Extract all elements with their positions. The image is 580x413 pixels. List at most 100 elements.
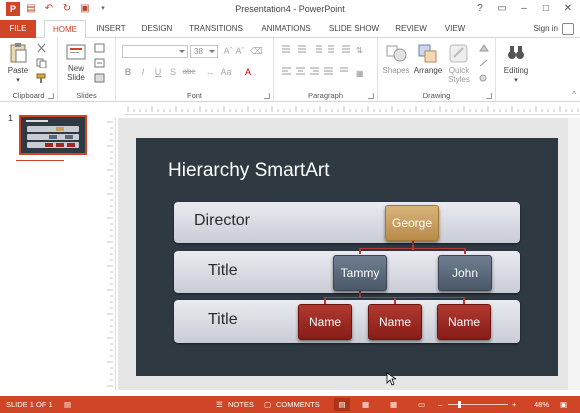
new-slide-icon — [66, 44, 86, 60]
drawing-launcher[interactable] — [486, 93, 492, 99]
zoom-slider[interactable] — [448, 404, 508, 405]
notes-button[interactable]: NOTES — [228, 400, 254, 409]
tab-design[interactable]: DESIGN — [138, 20, 176, 38]
quick-styles-button[interactable]: Quick Styles — [444, 42, 474, 84]
font-name-combo[interactable] — [122, 45, 188, 58]
tab-view[interactable]: VIEW — [440, 20, 470, 38]
editing-group: Editing ▾ — [496, 38, 536, 102]
italic-button[interactable]: I — [137, 67, 149, 77]
node-name-3[interactable]: Name — [437, 304, 491, 340]
connector-line — [359, 290, 361, 297]
connector-line — [464, 248, 466, 254]
drawing-group: Shapes Arrange Quick Styles Drawing — [378, 38, 496, 102]
tab-review[interactable]: REVIEW — [392, 20, 430, 38]
collapse-ribbon-icon[interactable]: ^ — [572, 90, 576, 99]
level-2-label[interactable]: Title — [208, 262, 238, 280]
ribbon: Paste ▾ Clipboard New Slide Slides 38 Aˆ A… — [0, 38, 580, 102]
paragraph-group-label: Paragraph — [307, 91, 344, 100]
tab-home[interactable]: HOME — [44, 20, 86, 39]
svg-text:▦: ▦ — [356, 69, 364, 78]
section-icon[interactable] — [94, 73, 105, 83]
sign-in-link[interactable]: Sign in — [534, 20, 558, 38]
clear-formatting-icon[interactable]: ⌫ — [250, 46, 263, 57]
zoom-out-button[interactable]: – — [438, 400, 442, 409]
new-slide-button[interactable]: New Slide — [62, 42, 90, 82]
help-icon[interactable]: ? — [472, 2, 488, 16]
reset-icon[interactable] — [94, 58, 105, 68]
clipboard-launcher[interactable] — [48, 93, 54, 99]
zoom-in-button[interactable]: + — [512, 400, 516, 409]
arrange-button[interactable]: Arrange — [412, 42, 444, 75]
slide-canvas[interactable]: Hierarchy SmartArt Director Title Title … — [136, 138, 558, 376]
drawing-group-label: Drawing — [422, 91, 451, 100]
slide-thumbnail[interactable] — [19, 115, 87, 155]
tab-insert[interactable]: INSERT — [92, 20, 130, 38]
comments-icon[interactable]: ▢ — [264, 400, 271, 409]
notes-icon[interactable]: ☰ — [216, 400, 223, 409]
maximize-button[interactable]: □ — [538, 2, 554, 16]
tab-file[interactable]: FILE — [0, 20, 36, 38]
shapes-button[interactable]: Shapes — [380, 42, 412, 75]
text-shadow-button[interactable]: S — [167, 67, 179, 77]
node-tammy[interactable]: Tammy — [333, 255, 387, 291]
node-john[interactable]: John — [438, 255, 492, 291]
tab-transitions[interactable]: TRANSITIONS — [185, 20, 247, 38]
zoom-slider-thumb[interactable] — [458, 401, 461, 408]
close-button[interactable]: ✕ — [560, 2, 576, 16]
change-case-icon[interactable]: Aa — [220, 67, 232, 77]
hierarchy-level-1-band[interactable]: Director — [174, 202, 520, 243]
spellcheck-icon[interactable]: ▤ — [64, 400, 71, 409]
char-spacing-icon[interactable]: ↔ — [204, 67, 216, 77]
shape-fill-icon[interactable] — [478, 43, 489, 53]
fit-slide-icon[interactable]: ▣ — [560, 400, 567, 409]
cut-icon[interactable] — [36, 43, 47, 53]
node-name-2[interactable]: Name — [368, 304, 422, 340]
font-group: 38 Aˆ Aˇ ⌫ B I U S abc ↔ Aa A Font — [116, 38, 274, 102]
font-launcher[interactable] — [264, 93, 270, 99]
editing-button[interactable]: Editing ▾ — [498, 42, 534, 85]
shape-outline-icon[interactable] — [478, 58, 489, 68]
font-color-icon[interactable]: A — [242, 67, 254, 77]
level-1-label[interactable]: Director — [194, 212, 250, 230]
shrink-font-button[interactable]: Aˇ — [234, 46, 246, 56]
bold-button[interactable]: B — [122, 67, 134, 77]
font-size-combo[interactable]: 38 — [190, 45, 218, 58]
slide-show-button[interactable]: ▭ — [418, 400, 425, 409]
title-bar: P ▤ ↶ ↻ ▣ ▾ Presentation4 - PowerPoint ?… — [0, 0, 580, 20]
ribbon-display-icon[interactable]: ▭ — [494, 2, 510, 16]
format-painter-icon[interactable] — [36, 73, 47, 83]
reading-view-button[interactable]: ▦ — [390, 400, 397, 409]
tab-animations[interactable]: ANIMATIONS — [256, 20, 316, 38]
paste-button[interactable]: Paste ▾ — [4, 42, 32, 85]
tab-slideshow[interactable]: SLIDE SHOW — [326, 20, 382, 38]
status-bar: SLIDE 1 OF 1 ▤ ☰ NOTES ▢ COMMENTS ▤ ▦ ▦ … — [0, 396, 580, 413]
zoom-level[interactable]: 48% — [534, 400, 549, 409]
vertical-scrollbar[interactable] — [568, 118, 580, 390]
grow-font-button[interactable]: Aˆ — [222, 46, 234, 56]
slide-count-text: SLIDE 1 OF 1 — [6, 400, 53, 409]
paragraph-launcher[interactable] — [368, 93, 374, 99]
mouse-cursor-icon — [386, 372, 396, 386]
slide-title[interactable]: Hierarchy SmartArt — [168, 160, 330, 182]
slide-number: 1 — [8, 113, 14, 123]
paste-icon — [10, 43, 27, 63]
slide-sorter-button[interactable]: ▦ — [362, 400, 369, 409]
underline-button[interactable]: U — [152, 67, 164, 77]
copy-icon[interactable] — [36, 58, 47, 68]
level-3-label[interactable]: Title — [208, 311, 238, 329]
comments-button[interactable]: COMMENTS — [276, 400, 320, 409]
slide-thumbnail-pane: 1 — [0, 103, 104, 396]
node-name-1[interactable]: Name — [298, 304, 352, 340]
node-george[interactable]: George — [385, 205, 439, 241]
strikethrough-button[interactable]: abc — [180, 67, 198, 76]
clipboard-group: Paste ▾ Clipboard — [0, 38, 58, 102]
svg-text:⇅: ⇅ — [356, 46, 363, 55]
minimize-button[interactable]: – — [516, 2, 532, 16]
thumbnail-preview — [21, 117, 85, 153]
normal-view-button[interactable]: ▤ — [334, 398, 350, 411]
shape-effects-icon[interactable] — [478, 73, 489, 83]
paragraph-icons[interactable]: ⇅ ▦ — [280, 44, 372, 84]
layout-icon[interactable] — [94, 43, 105, 53]
account-icon[interactable] — [562, 23, 574, 35]
connector-line — [359, 248, 361, 254]
